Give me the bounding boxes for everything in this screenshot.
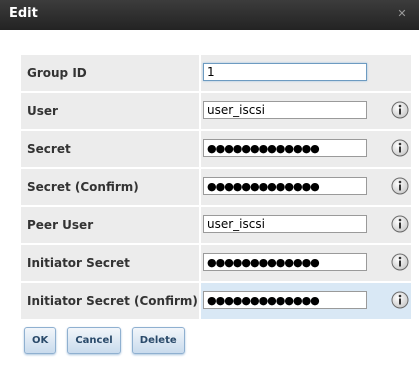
secret-confirm-input[interactable]: [203, 177, 367, 195]
button-bar: OK Cancel Delete: [24, 327, 191, 354]
initiator-secret-confirm-input[interactable]: [203, 291, 367, 309]
value-cell: [201, 131, 411, 167]
label-cell: Peer User: [21, 207, 199, 243]
initiator-secret-input[interactable]: [203, 253, 367, 271]
value-cell: [201, 55, 411, 91]
label-cell: Initiator Secret: [21, 245, 199, 281]
dialog-titlebar[interactable]: Edit ✕: [0, 0, 419, 30]
close-icon[interactable]: ✕: [396, 8, 408, 20]
value-cell: [201, 93, 411, 129]
user-input[interactable]: [203, 101, 367, 119]
form-row-user: User: [21, 93, 411, 129]
delete-button[interactable]: Delete: [131, 327, 185, 354]
value-cell: [201, 207, 411, 243]
secret-label: Secret: [27, 142, 71, 156]
peer-user-input[interactable]: [203, 215, 367, 233]
label-cell: Secret (Confirm): [21, 169, 199, 205]
peer-user-label: Peer User: [27, 218, 94, 232]
form-row-peer-user: Peer User: [21, 207, 411, 243]
cancel-button[interactable]: Cancel: [67, 327, 121, 354]
form-row-group-id: Group ID: [21, 55, 411, 91]
form-row-secret-confirm: Secret (Confirm): [21, 169, 411, 205]
label-cell: Group ID: [21, 55, 199, 91]
group-id-label: Group ID: [27, 66, 87, 80]
initiator-secret-label: Initiator Secret: [27, 256, 130, 270]
form-row-secret: Secret: [21, 131, 411, 167]
secret-input[interactable]: [203, 139, 367, 157]
edit-dialog: Edit ✕ Group ID User: [0, 0, 419, 369]
info-icon[interactable]: [391, 177, 409, 195]
group-id-input[interactable]: [203, 63, 367, 81]
value-cell: [201, 169, 411, 205]
label-cell: Secret: [21, 131, 199, 167]
initiator-secret-confirm-label: Initiator Secret (Confirm): [27, 294, 198, 308]
value-cell: [201, 283, 411, 319]
info-icon[interactable]: [391, 253, 409, 271]
label-cell: Initiator Secret (Confirm): [21, 283, 199, 319]
dialog-title: Edit: [9, 6, 38, 21]
info-icon[interactable]: [391, 139, 409, 157]
user-label: User: [27, 104, 58, 118]
info-icon[interactable]: [391, 291, 409, 309]
info-icon[interactable]: [391, 101, 409, 119]
form-row-initiator-secret-confirm: Initiator Secret (Confirm): [21, 283, 411, 319]
value-cell: [201, 245, 411, 281]
form-row-initiator-secret: Initiator Secret: [21, 245, 411, 281]
info-icon[interactable]: [391, 215, 409, 233]
secret-confirm-label: Secret (Confirm): [27, 180, 139, 194]
ok-button[interactable]: OK: [24, 327, 57, 354]
label-cell: User: [21, 93, 199, 129]
edit-form: Group ID User Secret: [21, 55, 411, 321]
